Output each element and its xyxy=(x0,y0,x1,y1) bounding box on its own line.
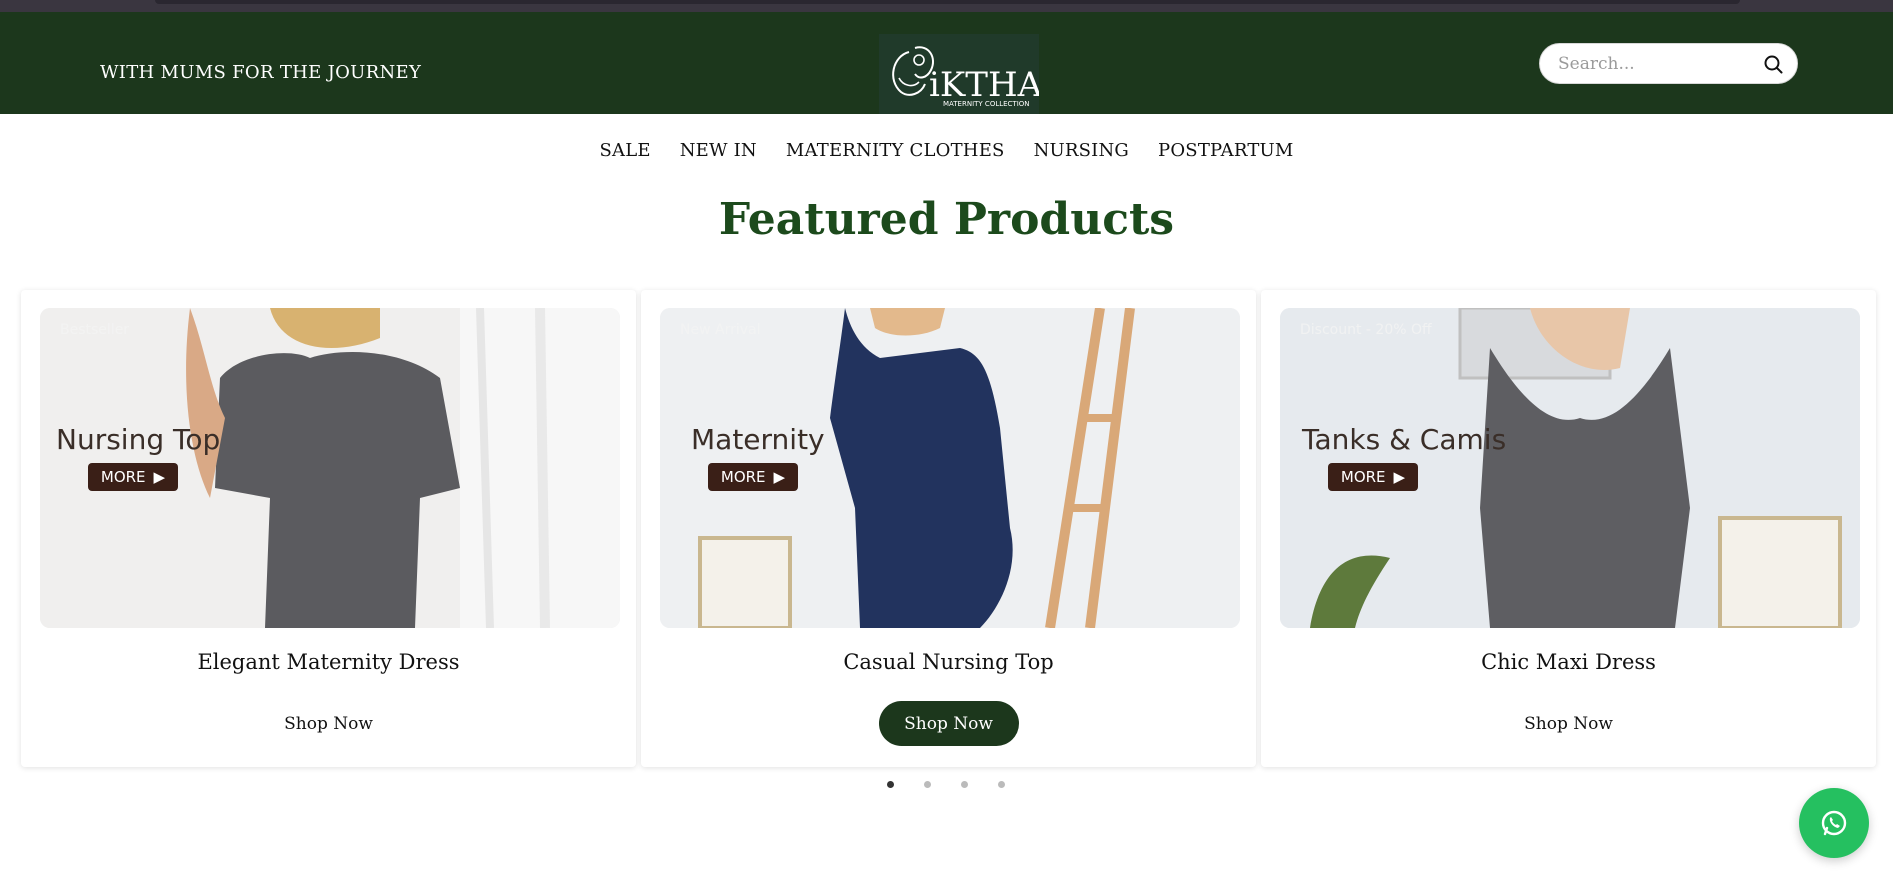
carousel-pagination xyxy=(887,781,1005,788)
header-tagline: WITH MUMS FOR THE JOURNEY xyxy=(100,62,422,83)
more-label: MORE xyxy=(100,468,146,486)
product-image[interactable]: Discount - 20% Off Tanks & Camis MORE ▶ xyxy=(1280,308,1860,628)
carousel-dot[interactable] xyxy=(887,781,894,788)
main-nav: SALE NEW IN MATERNITY CLOTHES NURSING PO… xyxy=(0,140,1893,170)
product-image[interactable]: New Arrival Maternity MORE ▶ xyxy=(660,308,1240,628)
product-card[interactable]: Bestseller Nursing Top MORE ▶ Elegant Ma… xyxy=(21,290,636,767)
top-strip-inner xyxy=(155,0,1740,4)
nav-item-postpartum[interactable]: POSTPARTUM xyxy=(1158,140,1294,170)
product-banner-text: Nursing Top xyxy=(56,423,221,456)
nav-item-sale[interactable]: SALE xyxy=(599,140,650,170)
nav-item-nursing[interactable]: NURSING xyxy=(1034,140,1129,170)
carousel-dot[interactable] xyxy=(924,781,931,788)
carousel-dot[interactable] xyxy=(998,781,1005,788)
more-button[interactable]: MORE ▶ xyxy=(88,463,178,491)
search-input[interactable] xyxy=(1558,52,1758,76)
product-image[interactable]: Bestseller Nursing Top MORE ▶ xyxy=(40,308,620,628)
whatsapp-icon xyxy=(1821,810,1847,836)
shop-now-button[interactable]: Shop Now xyxy=(259,701,399,746)
product-card[interactable]: Discount - 20% Off Tanks & Camis MORE ▶ … xyxy=(1261,290,1876,767)
play-arrow-icon: ▶ xyxy=(153,468,166,486)
product-name[interactable]: Chic Maxi Dress xyxy=(1261,650,1876,674)
product-badge: New Arrival xyxy=(680,322,761,338)
carousel-dot[interactable] xyxy=(961,781,968,788)
product-card[interactable]: New Arrival Maternity MORE ▶ Casual Nurs… xyxy=(641,290,1256,767)
more-label: MORE xyxy=(1340,468,1386,486)
play-arrow-icon: ▶ xyxy=(773,468,786,486)
site-header: WITH MUMS FOR THE JOURNEY iKTHA MATERNIT… xyxy=(0,12,1893,114)
nav-item-new-in[interactable]: NEW IN xyxy=(680,140,757,170)
product-name[interactable]: Elegant Maternity Dress xyxy=(21,650,636,674)
shop-now-button[interactable]: Shop Now xyxy=(1499,701,1639,746)
whatsapp-button[interactable] xyxy=(1799,788,1869,858)
more-button[interactable]: MORE ▶ xyxy=(708,463,798,491)
logo-text: iKTHA xyxy=(929,65,1039,105)
product-name[interactable]: Casual Nursing Top xyxy=(641,650,1256,674)
site-logo[interactable]: iKTHA MATERNITY COLLECTION xyxy=(879,34,1039,114)
logo-subtext: MATERNITY COLLECTION xyxy=(943,100,1030,108)
product-banner-text: Tanks & Camis xyxy=(1302,423,1507,456)
search-box[interactable] xyxy=(1539,43,1798,84)
product-banner-text: Maternity xyxy=(691,423,825,456)
product-badge: Discount - 20% Off xyxy=(1300,322,1432,338)
shop-now-button[interactable]: Shop Now xyxy=(878,701,1019,746)
product-badge: Bestseller xyxy=(60,322,130,338)
nav-item-maternity-clothes[interactable]: MATERNITY CLOTHES xyxy=(786,140,1005,170)
play-arrow-icon: ▶ xyxy=(1393,468,1406,486)
browser-top-strip xyxy=(0,0,1893,12)
logo-graphic: iKTHA MATERNITY COLLECTION xyxy=(892,46,1039,108)
more-label: MORE xyxy=(720,468,766,486)
featured-products-title: Featured Products xyxy=(718,194,1175,245)
more-button[interactable]: MORE ▶ xyxy=(1328,463,1418,491)
search-icon[interactable] xyxy=(1763,54,1783,74)
